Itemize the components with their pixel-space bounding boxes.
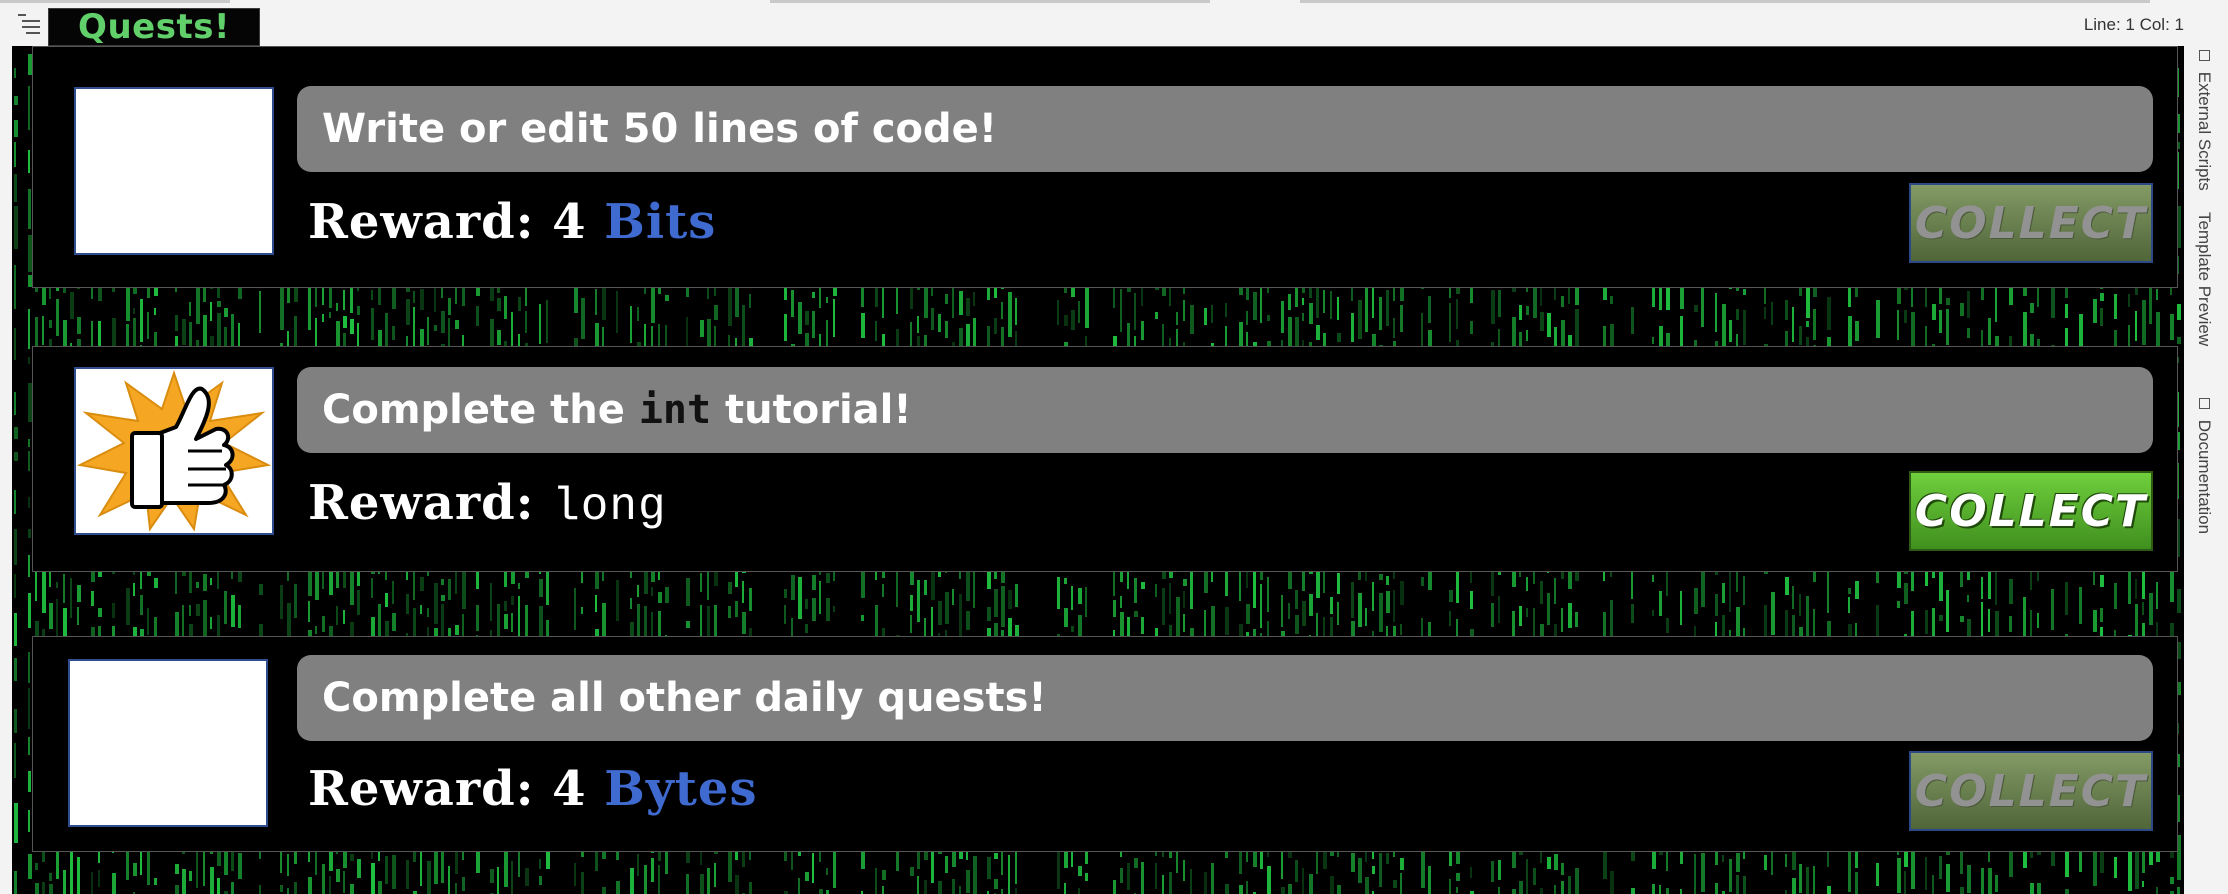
- quest-thumbnail: [74, 367, 274, 535]
- quest-reward: Reward: long: [308, 471, 667, 535]
- reward-unit: Bits: [604, 194, 717, 250]
- quest-card: Write or edit 50 lines of code! Reward: …: [32, 46, 2178, 288]
- reward-label: Reward:: [308, 194, 535, 250]
- quest-title: Complete the int tutorial!: [297, 367, 2153, 453]
- top-bar: Quests! Line: 1 Col: 1: [0, 0, 2228, 46]
- side-tab-template-preview[interactable]: Template Preview: [2194, 212, 2214, 346]
- side-tab-label: Template Preview: [2195, 212, 2214, 347]
- tab-strip-line: [770, 0, 1210, 3]
- collect-button[interactable]: COLLECT: [1909, 471, 2153, 551]
- thumbs-up-icon: [76, 369, 272, 532]
- quest-reward: Reward: 4 Bits: [308, 190, 716, 254]
- reward-value: long: [552, 481, 667, 533]
- reward-amount: 4: [552, 761, 587, 817]
- side-tab-label: External Scripts: [2195, 71, 2214, 191]
- tab-strip-line: [0, 0, 230, 3]
- quest-reward: Reward: 4 Bytes: [308, 757, 757, 821]
- reward-unit: Bytes: [604, 761, 758, 817]
- quests-panel: Write or edit 50 lines of code! Reward: …: [12, 46, 2184, 894]
- cursor-position-status: Line: 1 Col: 1: [2083, 15, 2184, 34]
- external-scripts-icon: [2198, 50, 2210, 61]
- documentation-icon: [2198, 398, 2210, 409]
- quest-thumbnail: [74, 87, 274, 255]
- reward-label: Reward:: [308, 475, 535, 531]
- quest-title: Write or edit 50 lines of code!: [297, 86, 2153, 172]
- quest-card: Complete all other daily quests! Reward:…: [32, 636, 2178, 852]
- side-tab-documentation[interactable]: Documentation: [2194, 398, 2214, 534]
- quest-thumbnail: [68, 659, 268, 827]
- quest-card: Complete the int tutorial! Reward: long …: [32, 346, 2178, 572]
- side-panel: External Scripts Template Preview Docume…: [2184, 46, 2228, 894]
- reward-label: Reward:: [308, 761, 535, 817]
- tab-strip-line: [1300, 0, 2150, 3]
- quests-tab[interactable]: Quests!: [48, 8, 260, 46]
- quest-title-text: Complete the: [322, 387, 625, 433]
- side-tab-label: Documentation: [2195, 419, 2214, 535]
- side-tab-external-scripts[interactable]: External Scripts: [2194, 50, 2214, 191]
- collect-button[interactable]: COLLECT: [1909, 751, 2153, 831]
- collect-button[interactable]: COLLECT: [1909, 183, 2153, 263]
- quest-title: Complete all other daily quests!: [297, 655, 2153, 741]
- quest-title-code: int: [638, 387, 712, 433]
- list-menu-icon[interactable]: [18, 12, 44, 34]
- quest-title-text: tutorial!: [725, 387, 912, 433]
- reward-amount: 4: [552, 194, 587, 250]
